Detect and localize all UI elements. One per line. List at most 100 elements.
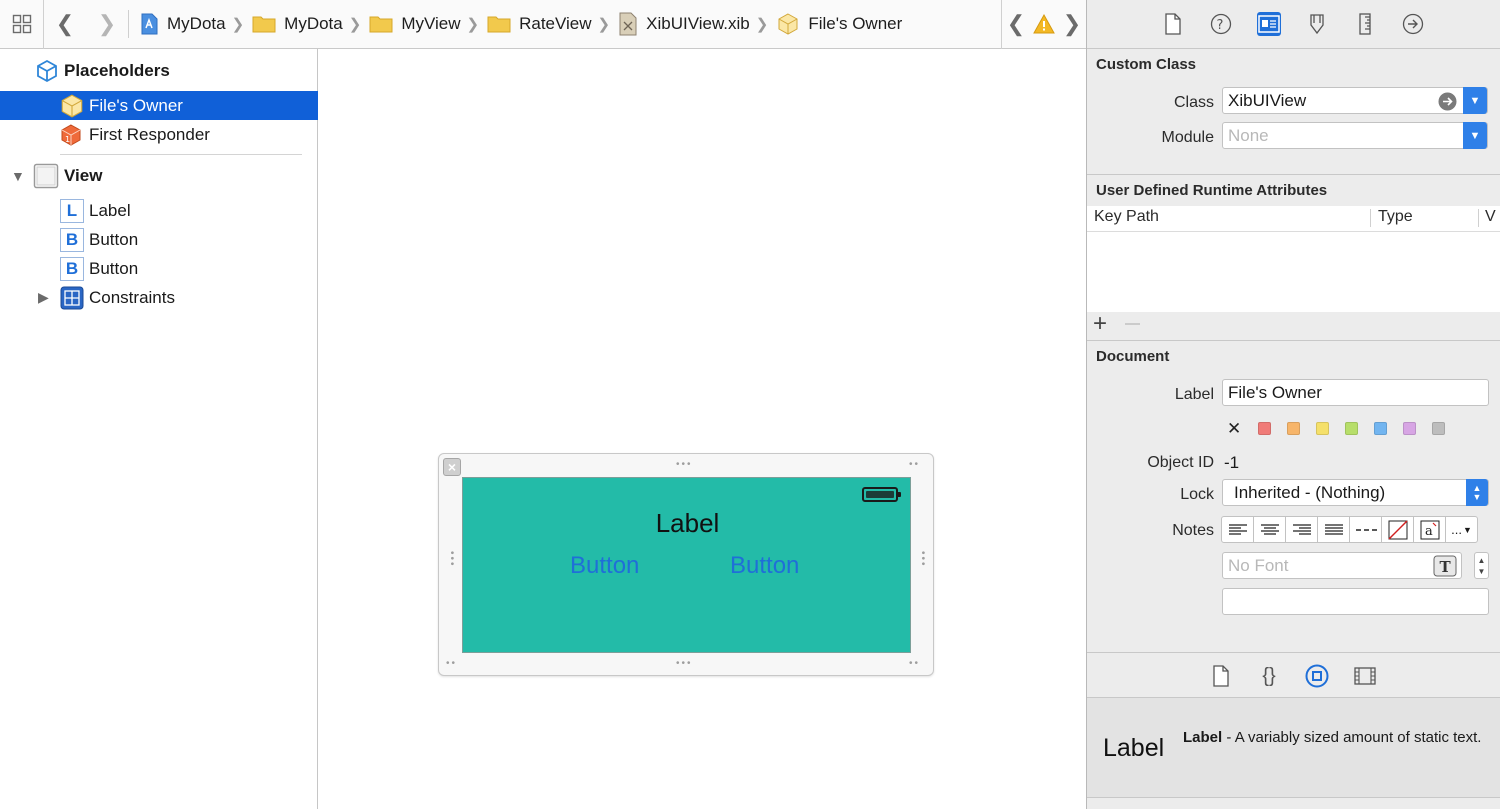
previous-issue-button[interactable]: ❮ bbox=[1002, 0, 1030, 49]
resize-handle-left[interactable]: ••• bbox=[446, 551, 457, 568]
runtime-attributes-table[interactable] bbox=[1087, 232, 1500, 312]
crumb-label: MyDota bbox=[167, 14, 226, 33]
font-placeholder: No Font bbox=[1228, 555, 1289, 575]
tab-quick-help[interactable]: ? bbox=[1209, 12, 1233, 36]
color-swatch-green[interactable] bbox=[1345, 422, 1359, 435]
crumb-label: File's Owner bbox=[808, 14, 903, 33]
chevron-right-icon: ❯ bbox=[466, 16, 480, 33]
resize-handle-top-right[interactable]: •• bbox=[909, 460, 920, 470]
lock-stepper-button[interactable]: ▲ ▼ bbox=[1466, 479, 1488, 506]
tab-identity-inspector[interactable] bbox=[1257, 12, 1281, 36]
tab-attributes-inspector[interactable] bbox=[1305, 12, 1329, 36]
outline-item-view[interactable]: ▼ View bbox=[0, 161, 318, 190]
next-issue-button[interactable]: ❯ bbox=[1058, 0, 1086, 49]
crumb-files-owner[interactable]: File's Owner bbox=[776, 12, 902, 36]
module-field[interactable]: None ▼ bbox=[1222, 122, 1488, 149]
resize-handle-top[interactable]: ••• bbox=[676, 460, 693, 470]
color-swatch-yellow[interactable] bbox=[1316, 422, 1330, 435]
remove-attribute-button[interactable]: — bbox=[1125, 316, 1140, 331]
lock-popup[interactable]: Inherited - (Nothing) ▲ ▼ bbox=[1222, 479, 1489, 506]
close-scene-icon[interactable]: × bbox=[443, 458, 461, 476]
disclosure-triangle-open-icon[interactable]: ▼ bbox=[11, 168, 25, 184]
document-title: Document bbox=[1096, 348, 1170, 365]
crumb-folder-rateview[interactable]: RateView bbox=[487, 14, 592, 34]
color-swatch-gray[interactable] bbox=[1432, 422, 1446, 435]
notes-label: Notes bbox=[1172, 522, 1214, 539]
view-label[interactable]: Label bbox=[463, 508, 912, 539]
column-key-path[interactable]: Key Path bbox=[1094, 208, 1159, 226]
more-options-button[interactable]: ... ▼ bbox=[1445, 516, 1478, 543]
warning-button[interactable] bbox=[1030, 0, 1058, 49]
doc-label-value: File's Owner bbox=[1228, 382, 1322, 402]
outline-label: Button bbox=[89, 229, 139, 249]
chevron-right-icon: ❯ bbox=[597, 16, 611, 33]
view-button-1[interactable]: Button bbox=[570, 552, 639, 580]
crumb-folder-myview[interactable]: MyView bbox=[369, 14, 461, 34]
inspector-tabs: ? bbox=[1087, 0, 1500, 49]
outline-item-button-2[interactable]: B Button bbox=[0, 254, 318, 283]
tab-object-library[interactable] bbox=[1305, 664, 1329, 688]
color-swatch-red[interactable] bbox=[1258, 422, 1272, 435]
class-field[interactable]: XibUIView ▼ bbox=[1222, 87, 1488, 114]
align-center-button[interactable] bbox=[1253, 516, 1286, 543]
tab-connections-inspector[interactable] bbox=[1401, 12, 1425, 36]
font-size-stepper[interactable]: ▲ ▼ bbox=[1474, 552, 1489, 579]
button-class-icon: B bbox=[60, 227, 84, 252]
view-button-2[interactable]: Button bbox=[730, 552, 799, 580]
tab-size-inspector[interactable] bbox=[1353, 12, 1377, 36]
lock-value: Inherited - (Nothing) bbox=[1234, 482, 1386, 502]
resize-handle-bottom-left[interactable]: •• bbox=[446, 659, 457, 669]
tab-file-inspector[interactable] bbox=[1161, 12, 1185, 36]
outline-item-label[interactable]: L Label bbox=[0, 196, 318, 225]
doc-label-field[interactable]: File's Owner bbox=[1222, 379, 1489, 406]
tab-code-snippets[interactable]: {} bbox=[1257, 664, 1281, 688]
notes-text-area[interactable] bbox=[1222, 588, 1489, 615]
justify-button[interactable] bbox=[1317, 516, 1350, 543]
color-swatch-purple[interactable] bbox=[1403, 422, 1417, 435]
module-dropdown-button[interactable]: ▼ bbox=[1463, 122, 1487, 149]
add-attribute-button[interactable]: + bbox=[1093, 312, 1107, 336]
resize-handle-right[interactable]: ••• bbox=[917, 551, 928, 568]
tab-media-library[interactable] bbox=[1353, 664, 1377, 688]
font-picker-icon[interactable]: T bbox=[1433, 555, 1457, 582]
library-item-label[interactable]: Label Label - A variably sized amount of… bbox=[1087, 698, 1500, 798]
spacing-button[interactable] bbox=[1349, 516, 1382, 543]
disclosure-triangle-closed-icon[interactable]: ▶ bbox=[38, 289, 49, 306]
svg-text:?: ? bbox=[1217, 18, 1224, 33]
outline-placeholders-heading[interactable]: Placeholders bbox=[0, 56, 318, 85]
view-scene-frame[interactable]: × ••• ••• ••• ••• •• •• •• Label Button … bbox=[438, 453, 934, 676]
align-left-button[interactable] bbox=[1221, 516, 1254, 543]
custom-view[interactable]: Label Button Button bbox=[462, 477, 911, 653]
color-swatch-orange[interactable] bbox=[1287, 422, 1301, 435]
justify-icon bbox=[1324, 523, 1343, 535]
go-to-class-icon[interactable] bbox=[1438, 92, 1457, 116]
tab-file-templates[interactable] bbox=[1209, 664, 1233, 688]
outline-item-files-owner[interactable]: File's Owner bbox=[0, 91, 318, 120]
crumb-folder-mydota[interactable]: MyDota bbox=[252, 14, 343, 34]
crumb-xib-file[interactable]: XibUIView.xib bbox=[618, 12, 750, 36]
outline-item-first-responder[interactable]: 1 First Responder bbox=[0, 120, 318, 149]
chevron-down-icon: ▼ bbox=[1469, 94, 1481, 107]
outline-item-constraints[interactable]: ▶ Constraints bbox=[0, 283, 318, 312]
placeholder-cube-icon bbox=[35, 59, 59, 83]
resize-handle-bottom[interactable]: ••• bbox=[676, 659, 693, 669]
align-right-button[interactable] bbox=[1285, 516, 1318, 543]
clear-color-icon[interactable]: ✕ bbox=[1227, 420, 1241, 437]
runtime-attributes-title: User Defined Runtime Attributes bbox=[1096, 182, 1328, 199]
crumb-project[interactable]: MyDota bbox=[139, 13, 226, 35]
related-items-button[interactable] bbox=[0, 0, 44, 49]
utilities-inspector: ? Custom Class Class XibUIView ▼ Module … bbox=[1086, 0, 1500, 809]
class-dropdown-button[interactable]: ▼ bbox=[1463, 87, 1487, 114]
column-value[interactable]: V bbox=[1485, 208, 1496, 226]
outline-label: Constraints bbox=[89, 287, 175, 307]
back-button[interactable]: ❮ bbox=[44, 0, 86, 49]
resize-handle-bottom-right[interactable]: •• bbox=[909, 659, 920, 669]
font-field[interactable]: No Font T bbox=[1222, 552, 1462, 579]
interface-builder-canvas[interactable]: × ••• ••• ••• ••• •• •• •• Label Button … bbox=[319, 49, 1086, 809]
forward-button[interactable]: ❯ bbox=[86, 0, 128, 49]
no-color-button[interactable] bbox=[1381, 516, 1414, 543]
color-swatch-blue[interactable] bbox=[1374, 422, 1388, 435]
column-type[interactable]: Type bbox=[1378, 208, 1413, 226]
text-color-button[interactable]: a bbox=[1413, 516, 1446, 543]
outline-item-button-1[interactable]: B Button bbox=[0, 225, 318, 254]
